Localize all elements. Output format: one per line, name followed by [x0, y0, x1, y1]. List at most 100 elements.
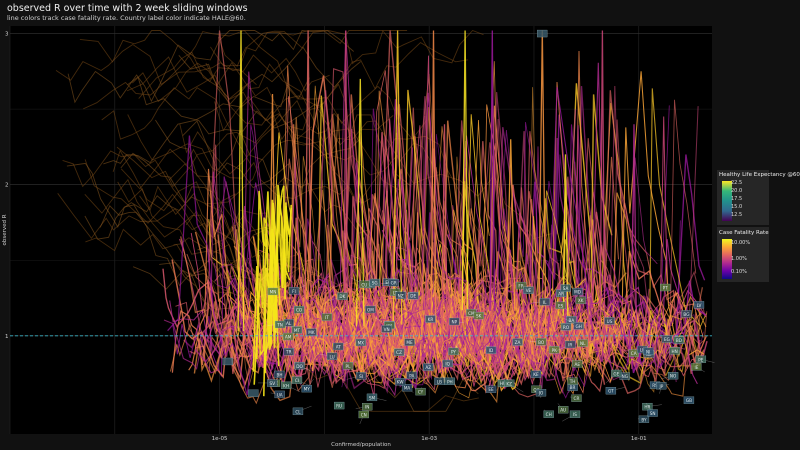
country-label-text: NL [580, 341, 586, 346]
y-axis-label: observed R [2, 214, 8, 245]
country-label-text: CN [361, 412, 367, 417]
country-label-text: DE [410, 294, 416, 299]
country-label-text: IE [694, 365, 698, 370]
country-label-text: IQ [445, 361, 450, 366]
country-label: CY [415, 387, 426, 396]
cfr-legend: Case Fatality Rate 10.00% 1.00% 0.10% [717, 227, 769, 282]
country-label-text: AR [558, 291, 564, 296]
country-label-text: AL [286, 321, 292, 326]
country-label-text: VE [526, 288, 532, 293]
country-label-text: US [607, 319, 613, 324]
country-label-text: IN [365, 405, 369, 410]
x-tick-label: 1e-03 [421, 436, 437, 442]
country-label-text: ID [489, 348, 493, 353]
y-tick-label: 2 [5, 183, 9, 189]
cfr-tick: 0.10% [731, 269, 747, 275]
country-label-text: MD [574, 290, 581, 295]
country-label-text: LV [697, 303, 702, 308]
country-label-text: AU [560, 408, 566, 413]
country-label-text: KZ [506, 381, 512, 386]
country-label: MT [291, 325, 303, 334]
country-label-text: OM [367, 307, 374, 312]
country-label: VE [523, 286, 534, 294]
country-label-text: LB [437, 379, 442, 384]
country-label-text: TR [285, 350, 292, 355]
country-label-text: NG [622, 374, 628, 379]
country-label-text: TN [276, 322, 283, 327]
hale-legend: Healthy Life Expectancy @60 22.5 20.0 17… [717, 170, 800, 225]
country-label-text: IT [325, 315, 329, 320]
country-label: NI [643, 347, 654, 355]
country-label-text: IS [573, 412, 577, 417]
country-label-text: CL [295, 409, 301, 414]
y-tick-label: 1 [5, 334, 9, 340]
country-label-box [222, 357, 234, 366]
country-label-text: MN [270, 289, 277, 294]
hale-tick: 17.5 [731, 196, 743, 202]
country-label-box [248, 389, 259, 397]
country-label-box [537, 29, 548, 38]
country-label-text: BD [676, 338, 682, 343]
country-label-text: RO [563, 325, 570, 330]
country-label: MN [267, 287, 279, 296]
y-tick-label: 3 [5, 32, 9, 38]
country-label-text: CI [295, 378, 299, 383]
country-label-text: GH [575, 324, 581, 329]
country-label-text: KH [283, 383, 289, 388]
country-label-text: EG [664, 337, 670, 342]
country-label-text: PE [698, 357, 704, 362]
country-label-text: BY [641, 417, 647, 422]
country-label-text: MT [294, 328, 301, 333]
plot-area: ARCOAUBGELMKHUPLSECLRSADBHCHISLUQASMCZDE… [2, 26, 715, 448]
country-label-text: BG [683, 312, 689, 317]
country-label-text: GT [608, 389, 614, 394]
country-label-text: LU [329, 354, 334, 359]
country-label-text: EE [488, 387, 494, 392]
country-label-text: SV [270, 381, 276, 386]
country-label-text: GB [686, 398, 692, 403]
country-label-text: AZ [425, 365, 431, 370]
country-label-text: MA [404, 386, 411, 391]
country-label-text: CY [418, 390, 424, 395]
country-label-text: ME [406, 340, 413, 345]
country-label: TH [567, 377, 578, 385]
x-axis-label: Confirmed/population [331, 442, 391, 448]
country-label: CH [543, 409, 554, 418]
country-label-text: MK [308, 330, 315, 335]
country-label-text: BR [570, 385, 576, 390]
cfr-tick: 1.00% [731, 256, 747, 262]
hale-tick: 22.5 [731, 180, 743, 186]
country-label-text: NO [670, 374, 677, 379]
country-label-text: HN [671, 349, 677, 354]
country-label-text: AM [285, 335, 292, 340]
country-label-text: JO [538, 391, 544, 396]
country-label-text: PK [552, 348, 558, 353]
country-label-text: AE [574, 362, 580, 367]
country-label-text: SK [476, 314, 482, 319]
country-label-text: SN [650, 411, 656, 416]
country-label: HN [669, 347, 680, 355]
hale-tick: 15.0 [731, 204, 743, 210]
country-label-text: PY [451, 349, 456, 354]
country-label-text: CR [574, 396, 580, 401]
country-label-text: FR [518, 284, 523, 289]
country-label: US [604, 317, 615, 325]
country-label-text: IR [568, 342, 572, 347]
hale-tick: 20.0 [731, 188, 743, 194]
country-label-text: PH [447, 379, 453, 384]
country-label-text: CU [361, 282, 367, 287]
country-label-text: BO [538, 340, 545, 345]
country-label-text: SG [372, 281, 378, 286]
country-label-text: FI [292, 289, 296, 294]
country-label-text: MX [358, 340, 365, 345]
country-label-text: DK [339, 294, 345, 299]
country-label-text: CA [631, 351, 637, 356]
country-label: VN [381, 325, 392, 333]
country-label-text: KE [533, 372, 539, 377]
country-label: RU [333, 401, 345, 410]
country-label-text: NZ [398, 293, 404, 298]
country-label-text: XK [578, 298, 584, 303]
country-label-text: TH [569, 379, 576, 384]
country-label-text: MY [304, 387, 311, 392]
country-label-text: AT [336, 344, 342, 349]
